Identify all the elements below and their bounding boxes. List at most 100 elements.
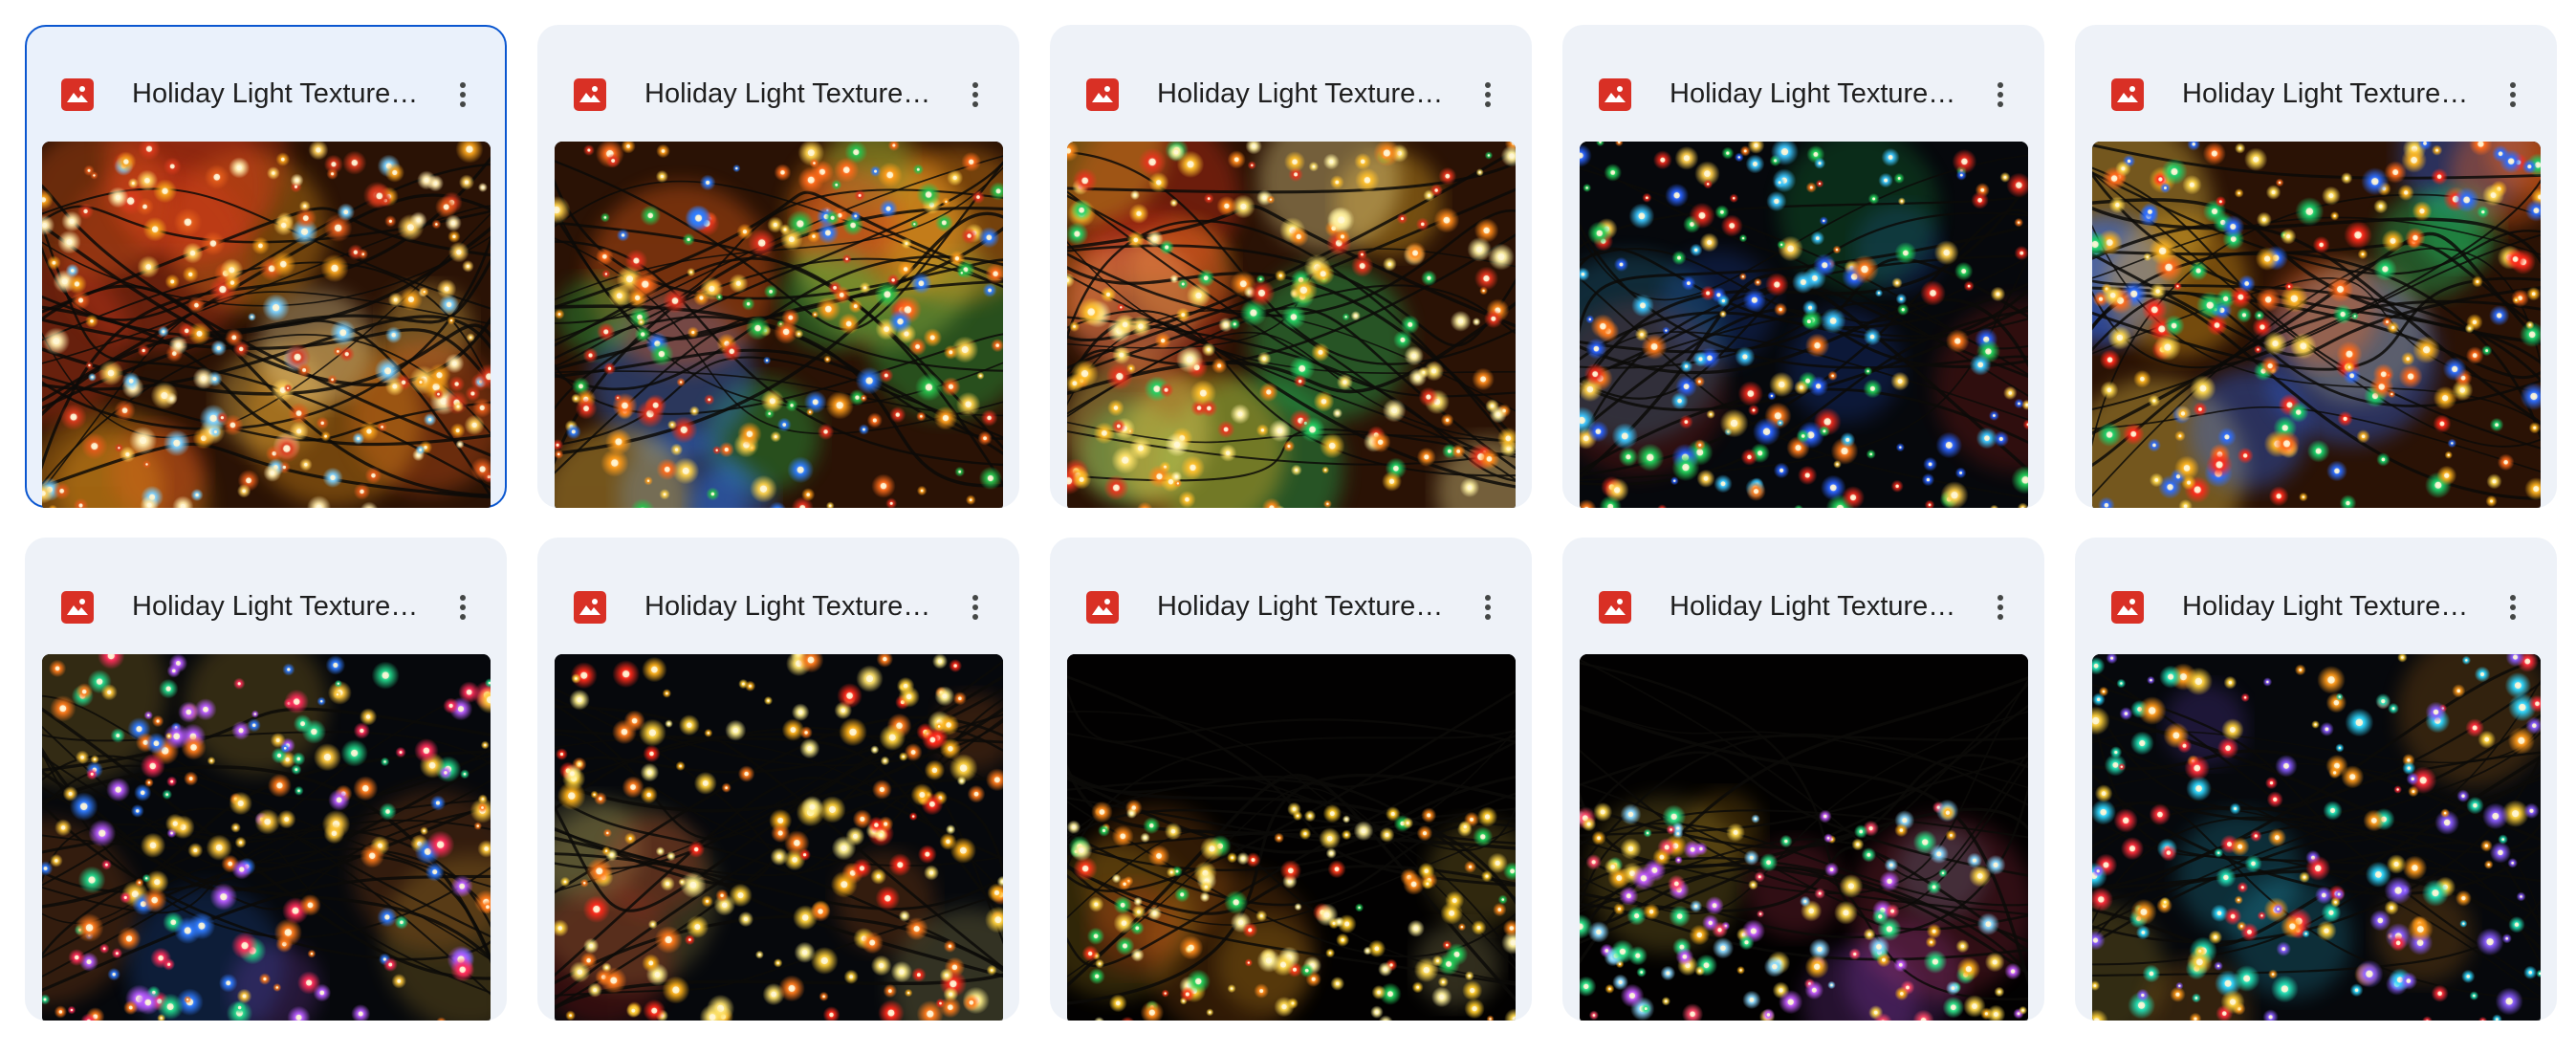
more-vert-dot (2510, 82, 2516, 88)
image-file-icon (1086, 591, 1119, 624)
more-vert-dot (972, 82, 978, 88)
file-thumbnail[interactable] (1580, 142, 2028, 508)
thumbnail-artwork (2092, 142, 2541, 508)
more-vert-dot (2510, 604, 2516, 610)
file-name: Holiday Light Texture 10 (2182, 591, 2469, 622)
more-vert-dot (2510, 614, 2516, 620)
thumbnail-artwork (42, 142, 491, 508)
file-name: Holiday Light Texture 07 (644, 591, 931, 622)
file-card[interactable]: Holiday Light Texture 08 (1050, 538, 1532, 1021)
more-vert-dot (972, 101, 978, 107)
file-card[interactable]: Holiday Light Texture 01 (25, 25, 507, 508)
more-vert-dot (460, 604, 466, 610)
more-vert-dot (460, 595, 466, 601)
more-vert-dot (2510, 92, 2516, 98)
file-card[interactable]: Holiday Light Texture 06 (25, 538, 507, 1021)
more-vert-dot (2510, 595, 2516, 601)
more-actions-button[interactable] (442, 73, 484, 117)
file-card-header: Holiday Light Texture 09 (1562, 538, 2044, 654)
file-name: Holiday Light Texture 05 (2182, 78, 2469, 109)
thumbnail-artwork (42, 654, 491, 1021)
file-card[interactable]: Holiday Light Texture 10 (2075, 538, 2557, 1021)
thumbnail-artwork (1580, 142, 2028, 508)
file-thumbnail[interactable] (1580, 654, 2028, 1021)
more-vert-dot (1997, 604, 2003, 610)
more-vert-dot (460, 101, 466, 107)
more-vert-dot (1997, 614, 2003, 620)
more-vert-dot (1997, 92, 2003, 98)
file-thumbnail[interactable] (42, 142, 491, 508)
file-grid: Holiday Light Texture 01 Holiday Light Te… (0, 0, 2576, 1054)
more-vert-dot (972, 614, 978, 620)
more-vert-dot (1485, 595, 1491, 601)
more-actions-button[interactable] (1979, 73, 2021, 117)
more-actions-button[interactable] (2492, 585, 2534, 629)
image-file-icon (574, 78, 606, 111)
file-thumbnail[interactable] (1067, 142, 1516, 508)
more-actions-button[interactable] (1467, 585, 1509, 629)
more-vert-dot (1485, 604, 1491, 610)
thumbnail-artwork (2092, 654, 2541, 1021)
more-vert-dot (972, 92, 978, 98)
file-name: Holiday Light Texture 08 (1157, 591, 1444, 622)
more-actions-button[interactable] (442, 585, 484, 629)
more-vert-dot (1485, 614, 1491, 620)
file-name: Holiday Light Texture 06 (132, 591, 419, 622)
thumbnail-artwork (1580, 654, 2028, 1021)
file-thumbnail[interactable] (1067, 654, 1516, 1021)
more-vert-dot (460, 92, 466, 98)
more-actions-button[interactable] (954, 73, 996, 117)
thumbnail-artwork (1067, 654, 1516, 1021)
thumbnail-artwork (555, 654, 1003, 1021)
file-card-header: Holiday Light Texture 03 (1050, 25, 1532, 142)
more-actions-button[interactable] (2492, 73, 2534, 117)
more-vert-dot (1997, 101, 2003, 107)
file-card[interactable]: Holiday Light Texture 07 (537, 538, 1019, 1021)
more-actions-button[interactable] (954, 585, 996, 629)
file-card-header: Holiday Light Texture 04 (1562, 25, 2044, 142)
more-actions-button[interactable] (1467, 73, 1509, 117)
file-card-header: Holiday Light Texture 01 (25, 25, 507, 142)
file-card-header: Holiday Light Texture 08 (1050, 538, 1532, 654)
thumbnail-artwork (1067, 142, 1516, 508)
image-file-icon (61, 78, 94, 111)
image-file-icon (1599, 591, 1631, 624)
more-vert-dot (1485, 101, 1491, 107)
image-file-icon (574, 591, 606, 624)
more-vert-dot (1485, 92, 1491, 98)
file-thumbnail[interactable] (555, 142, 1003, 508)
file-card[interactable]: Holiday Light Texture 02 (537, 25, 1019, 508)
file-thumbnail[interactable] (555, 654, 1003, 1021)
more-vert-dot (972, 595, 978, 601)
more-vert-dot (2510, 101, 2516, 107)
image-file-icon (2111, 78, 2144, 111)
file-card-header: Holiday Light Texture 02 (537, 25, 1019, 142)
file-card[interactable]: Holiday Light Texture 05 (2075, 25, 2557, 508)
file-card[interactable]: Holiday Light Texture 09 (1562, 538, 2044, 1021)
file-card-header: Holiday Light Texture 07 (537, 538, 1019, 654)
file-name: Holiday Light Texture 04 (1670, 78, 1956, 109)
image-file-icon (2111, 591, 2144, 624)
more-vert-dot (460, 82, 466, 88)
file-name: Holiday Light Texture 01 (132, 78, 419, 109)
file-card-header: Holiday Light Texture 05 (2075, 25, 2557, 142)
file-name: Holiday Light Texture 09 (1670, 591, 1956, 622)
file-name: Holiday Light Texture 03 (1157, 78, 1444, 109)
file-card[interactable]: Holiday Light Texture 03 (1050, 25, 1532, 508)
image-file-icon (1599, 78, 1631, 111)
file-card[interactable]: Holiday Light Texture 04 (1562, 25, 2044, 508)
more-vert-dot (1485, 82, 1491, 88)
file-card-header: Holiday Light Texture 06 (25, 538, 507, 654)
image-file-icon (61, 591, 94, 624)
file-thumbnail[interactable] (2092, 142, 2541, 508)
file-card-header: Holiday Light Texture 10 (2075, 538, 2557, 654)
more-actions-button[interactable] (1979, 585, 2021, 629)
file-name: Holiday Light Texture 02 (644, 78, 931, 109)
more-vert-dot (460, 614, 466, 620)
more-vert-dot (1997, 82, 2003, 88)
image-file-icon (1086, 78, 1119, 111)
file-thumbnail[interactable] (2092, 654, 2541, 1021)
file-thumbnail[interactable] (42, 654, 491, 1021)
thumbnail-artwork (555, 142, 1003, 508)
more-vert-dot (972, 604, 978, 610)
